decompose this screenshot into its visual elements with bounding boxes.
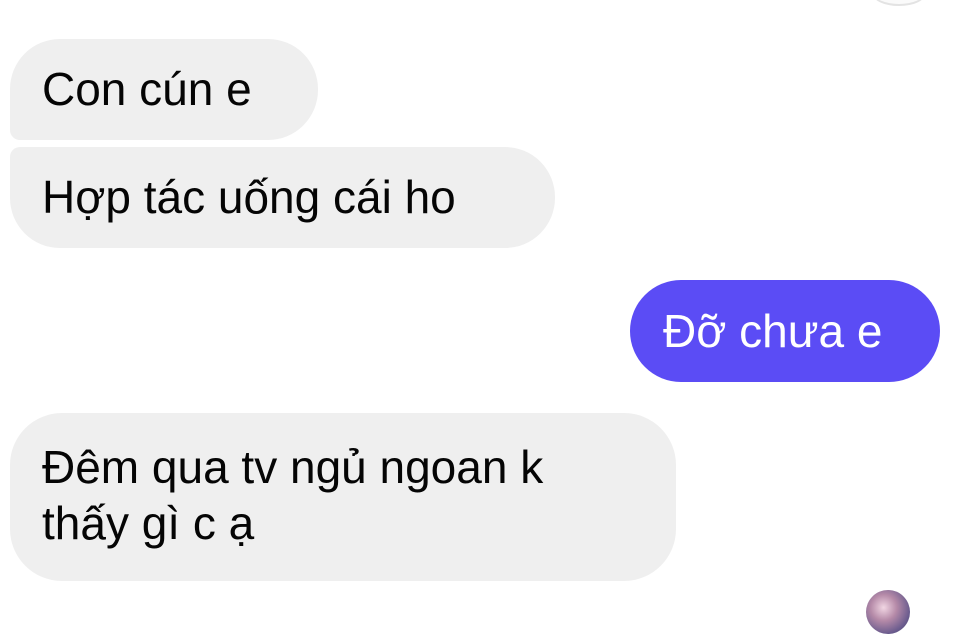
- avatar-icon: [872, 0, 926, 6]
- message-text-line: thấy gì c ạ: [42, 497, 255, 549]
- message-text: Hợp tác uống cái ho: [42, 171, 456, 223]
- incoming-message[interactable]: Hợp tác uống cái ho: [10, 147, 555, 248]
- message-text: Đỡ chưa e: [663, 305, 883, 357]
- avatar-icon[interactable]: [866, 590, 910, 634]
- message-text-line: Đêm qua tv ngủ ngoan k: [42, 441, 544, 493]
- incoming-message[interactable]: Con cún e: [10, 39, 318, 140]
- message-text: Con cún e: [42, 63, 252, 115]
- outgoing-message[interactable]: Đỡ chưa e: [630, 280, 940, 382]
- message-thread: Con cún e Hợp tác uống cái ho Đỡ chưa e …: [0, 0, 960, 634]
- incoming-message[interactable]: Đêm qua tv ngủ ngoan k thấy gì c ạ: [10, 413, 676, 581]
